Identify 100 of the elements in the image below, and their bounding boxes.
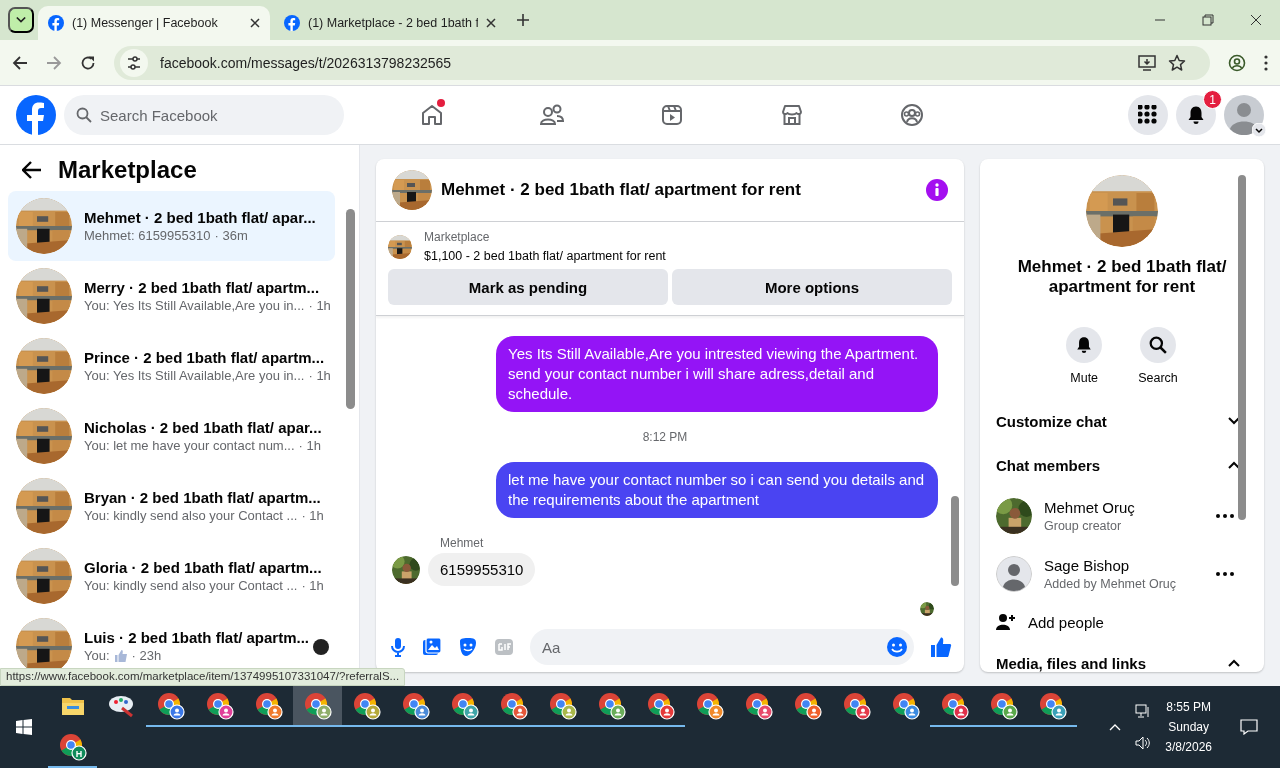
listing-title[interactable]: $1,100 - 2 bed 1bath flat/ apartment for rent (424, 249, 666, 263)
message-time: · 1h (308, 368, 331, 383)
like-icon[interactable] (930, 636, 952, 658)
member-name: Mehmet Oruç (1044, 499, 1135, 516)
sticker-icon[interactable] (458, 637, 478, 657)
people-icon (539, 103, 565, 127)
conversation-item[interactable]: Bryan · 2 bed 1bath flat/ apartm... You: kindly send also your Contact ... · 1h (8, 471, 335, 541)
forward-icon[interactable] (46, 54, 62, 71)
new-tab-icon[interactable] (516, 13, 530, 27)
sent-message: Yes Its Still Available,Are you intrested viewing the Apartment. send your contact number i will share adress,detail and schedule. (496, 336, 938, 412)
scrollbar-thumb[interactable] (951, 496, 959, 586)
chrome-icon (891, 691, 920, 720)
message-time: · 1h (301, 578, 324, 593)
avatar-icon (1224, 95, 1264, 135)
menu-icon[interactable] (1264, 54, 1268, 71)
chrome-icon (205, 691, 234, 720)
scrollbar-thumb[interactable] (346, 209, 355, 409)
folder-icon (60, 695, 85, 716)
conversation-item[interactable]: Gloria · 2 bed 1bath flat/ apartm... You: kindly send also your Contact ... · 1h (8, 541, 335, 611)
profile-icon[interactable] (1228, 53, 1246, 72)
close-icon[interactable] (486, 18, 496, 28)
default-avatar-icon (996, 556, 1032, 592)
section-header[interactable]: Chat members (996, 443, 1248, 487)
windows-start-icon[interactable] (16, 719, 32, 735)
restore-icon[interactable] (1202, 14, 1214, 26)
message-preview: You: kindly send also your Contact ... (84, 508, 298, 523)
conversation-title: Merry · 2 bed 1bath flat/ apartm... (84, 279, 321, 296)
more-icon[interactable] (1216, 572, 1234, 576)
chrome-icon (450, 691, 479, 720)
home-icon (420, 103, 444, 127)
chrome-icon (989, 691, 1018, 720)
notification-icon[interactable] (1240, 719, 1258, 735)
chrome-icon (499, 691, 528, 720)
info-icon[interactable] (926, 179, 948, 201)
conversation-item[interactable]: Nicholas · 2 bed 1bath flat/ apar... You: let me have your contact num... · 1h (8, 401, 335, 471)
member-role: Added by Mehmet Oruç (1044, 577, 1176, 591)
star-icon[interactable] (1168, 53, 1186, 72)
chrome-icon (597, 691, 626, 720)
member-name: Sage Bishop (1044, 557, 1131, 574)
taskbar-app[interactable]: H (48, 727, 97, 768)
chrome-icon (352, 691, 381, 720)
address-bar[interactable]: facebook.com/messages/t/2026313798232565 (114, 45, 1210, 80)
network-icon[interactable] (1135, 704, 1152, 718)
paint-palette-icon (107, 693, 136, 718)
chrome-icon (695, 691, 724, 720)
conversation-title: Mehmet · 2 bed 1bath flat/ apartment for rent (1016, 257, 1228, 297)
taskbar-clock[interactable]: 8:55 PM Sunday 3/8/2026 (1165, 700, 1212, 754)
back-arrow-icon[interactable] (22, 161, 42, 179)
close-icon[interactable] (250, 18, 260, 28)
conversation-item[interactable]: Mehmet · 2 bed 1bath flat/ apar... Mehmet: 6159955310 · 36m (8, 191, 335, 261)
emoji-icon[interactable] (886, 636, 908, 658)
browser-tab[interactable]: (1) Messenger | Facebook (38, 6, 270, 40)
add-person-icon (996, 613, 1016, 631)
menu-button[interactable] (1128, 95, 1168, 135)
conversation-item[interactable]: Merry · 2 bed 1bath flat/ apartm... You: Yes Its Still Available,Are you in... · 1h (8, 261, 335, 331)
caret-icon (16, 16, 26, 24)
chevron-up-icon[interactable] (1109, 723, 1122, 731)
search-field[interactable]: Search Facebook (64, 95, 344, 135)
scrollbar-thumb[interactable] (1238, 175, 1246, 520)
conversation-item[interactable]: Prince · 2 bed 1bath flat/ apartm... You: Yes Its Still Available,Are you in... · 1h (8, 331, 335, 401)
more-icon[interactable] (1216, 514, 1234, 518)
action-button[interactable]: Mark as pending (388, 269, 668, 305)
microphone-icon[interactable] (390, 637, 406, 657)
message-preview: Mehmet: 6159955310 (84, 228, 211, 243)
search-icon (76, 107, 92, 123)
chrome-icon (646, 691, 675, 720)
reload-icon[interactable] (80, 54, 96, 71)
chrome-icon (744, 691, 773, 720)
section-header[interactable]: Customize chat (996, 399, 1248, 443)
chrome-icon (401, 691, 430, 720)
clock-time: 8:55 PM (1166, 700, 1211, 714)
message-preview: You: let me have your contact num... (84, 438, 295, 453)
conversation-title: Bryan · 2 bed 1bath flat/ apartm... (84, 489, 322, 506)
back-icon[interactable] (12, 54, 28, 71)
site-settings-icon[interactable] (120, 48, 148, 77)
notification-count: 1 (1203, 90, 1222, 109)
notifications-button[interactable] (1176, 95, 1216, 135)
caret-icon (1252, 123, 1266, 137)
chrome-icon (1038, 691, 1067, 720)
search-icon (1149, 336, 1167, 354)
browser-tab[interactable]: (1) Marketplace - 2 bed 1bath f (274, 6, 506, 40)
chevron-icon (1228, 659, 1240, 667)
message-time: · 36m (214, 228, 248, 243)
taskbar-app[interactable] (293, 686, 342, 727)
message-preview: You: (84, 648, 110, 663)
facebook-logo[interactable] (16, 95, 56, 135)
install-icon[interactable] (1138, 54, 1156, 71)
tab-search-button[interactable] (8, 7, 34, 33)
account-button[interactable] (1224, 95, 1264, 135)
message-preview: You: Yes Its Still Available,Are you in... (84, 298, 305, 313)
close-icon[interactable] (1250, 14, 1262, 26)
section-header[interactable]: Media, files and links (996, 641, 1248, 672)
action-button[interactable]: More options (672, 269, 952, 305)
volume-icon[interactable] (1135, 736, 1152, 750)
message-input[interactable]: Aa (530, 629, 914, 665)
add-people-button[interactable]: Add people (996, 603, 1104, 641)
groups-icon (900, 103, 924, 127)
listing-label: Marketplace (424, 230, 491, 244)
chrome-icon (842, 691, 871, 720)
photo-icon[interactable] (422, 637, 442, 657)
